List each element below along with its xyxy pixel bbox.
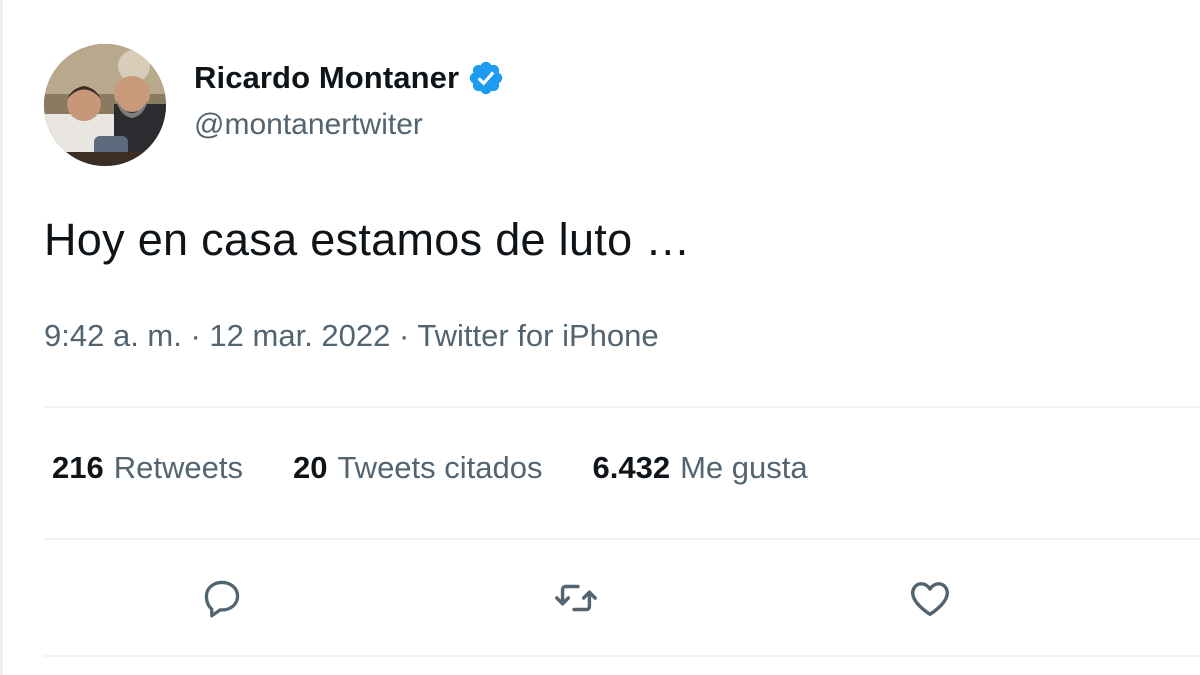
card-left-border: [0, 0, 3, 675]
like-button[interactable]: [904, 572, 956, 624]
heart-icon: [911, 582, 949, 617]
meta-separator: ·: [390, 318, 418, 353]
stat-quote-tweets[interactable]: 20 Tweets citados: [293, 450, 543, 486]
tweet-text: Hoy en casa estamos de luto …: [44, 214, 691, 265]
tweet-date[interactable]: 12 mar. 2022: [209, 318, 390, 353]
tweet-time[interactable]: 9:42 a. m.: [44, 318, 182, 353]
engagement-stats: 216 Retweets 20 Tweets citados 6.432 Me gus…: [52, 450, 858, 486]
divider: [44, 406, 1200, 408]
tweet-metadata: 9:42 a. m. · 12 mar. 2022 · Twitter for …: [44, 318, 659, 354]
profile-photo-icon: [44, 44, 166, 166]
verified-badge-icon: [467, 59, 505, 97]
divider: [44, 655, 1200, 657]
reply-button[interactable]: [196, 572, 248, 624]
stat-label: Tweets citados: [337, 450, 543, 485]
stat-likes[interactable]: 6.432 Me gusta: [593, 450, 808, 486]
stat-retweets[interactable]: 216 Retweets: [52, 450, 243, 486]
stat-label: Me gusta: [680, 450, 808, 485]
meta-separator: ·: [181, 318, 210, 353]
author-name-row[interactable]: Ricardo Montaner: [194, 56, 505, 100]
stat-count: 216: [52, 450, 104, 485]
author-handle[interactable]: @montanertwiter: [194, 108, 423, 142]
reply-icon: [204, 580, 240, 618]
display-name[interactable]: Ricardo Montaner: [194, 60, 459, 96]
stat-label: Retweets: [113, 450, 243, 485]
stat-count: 20: [292, 450, 328, 485]
retweet-button[interactable]: [550, 572, 602, 624]
retweet-icon: [555, 584, 597, 612]
avatar[interactable]: [44, 44, 166, 166]
stat-count: 6.432: [592, 450, 671, 485]
tweet-source[interactable]: Twitter for iPhone: [417, 318, 658, 353]
divider: [44, 538, 1200, 540]
